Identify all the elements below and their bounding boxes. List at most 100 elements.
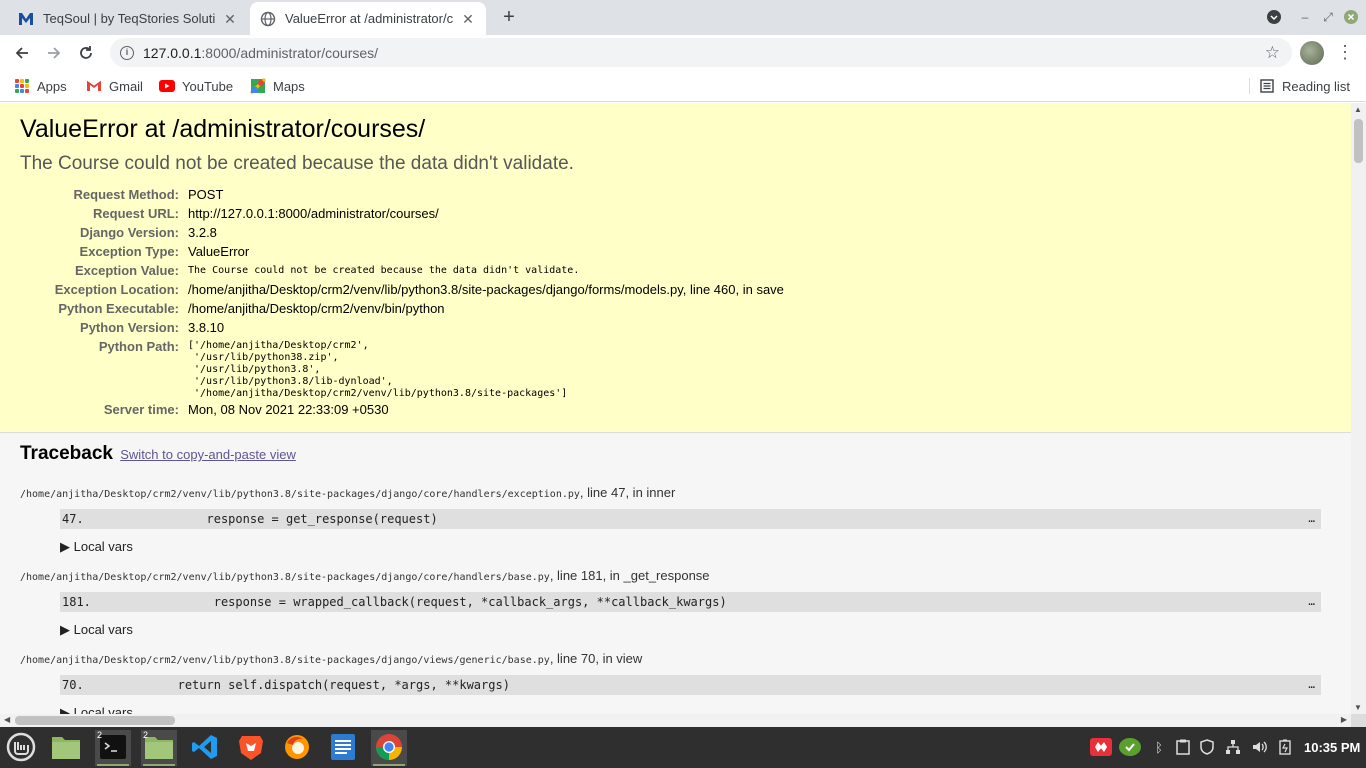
code-text: 181. response = wrapped_callback(request…	[62, 595, 727, 609]
meta-value: http://127.0.0.1:8000/administrator/cour…	[188, 206, 439, 221]
bookmark-apps[interactable]: Apps	[14, 77, 67, 95]
tab-title: TeqSoul | by TeqStories Soluti	[43, 11, 216, 26]
bookmark-youtube[interactable]: YouTube	[159, 77, 233, 95]
meta-label: Request Method:	[73, 187, 179, 202]
local-vars-toggle[interactable]: ▶ Local vars	[60, 703, 1331, 714]
firefox-icon	[283, 733, 311, 764]
anydesk-icon[interactable]	[1090, 738, 1112, 756]
volume-icon[interactable]	[1250, 738, 1268, 756]
reload-button[interactable]	[73, 40, 99, 66]
active-indicator	[373, 764, 405, 766]
info-icon[interactable]: i	[120, 45, 134, 60]
window-close-icon[interactable]	[1343, 9, 1359, 25]
new-tab-button[interactable]: +	[498, 6, 520, 28]
expand-context-icon[interactable]: …	[1308, 592, 1315, 612]
profile-avatar[interactable]	[1300, 41, 1324, 65]
vertical-scrollbar[interactable]: ▲ ▼	[1351, 103, 1366, 714]
battery-icon[interactable]	[1276, 738, 1294, 756]
meta-value: The Course could not be created because …	[188, 265, 580, 276]
terminal-icon	[100, 734, 126, 762]
system-clock[interactable]: 10:35 PM	[1304, 740, 1360, 755]
window-count-badge: 2	[143, 730, 149, 740]
meta-value: Mon, 08 Nov 2021 22:33:09 +0530	[188, 402, 389, 417]
bluetooth-icon[interactable]: ᛒ	[1150, 738, 1168, 756]
brave-lion-icon	[238, 733, 264, 764]
youtube-icon	[159, 78, 175, 94]
bookmark-maps[interactable]: Maps	[250, 77, 305, 95]
address-bar[interactable]: i 127.0.0.1:8000/administrator/courses/ …	[110, 38, 1292, 67]
taskbar-vscode[interactable]	[187, 730, 223, 766]
scroll-right-icon[interactable]: ▶	[1341, 715, 1347, 724]
shield-icon[interactable]	[1198, 738, 1216, 756]
tab-valueerror[interactable]: ValueError at /administrator/c ✕	[250, 2, 486, 35]
code-context-line[interactable]: 70. return self.dispatch(request, *args,…	[60, 675, 1321, 695]
meta-label: Exception Location:	[54, 282, 179, 297]
update-manager-icon[interactable]	[1119, 738, 1141, 756]
traceback-title: Traceback	[20, 443, 113, 464]
bookmark-star-icon[interactable]: ☆	[1265, 43, 1280, 63]
code-context-line[interactable]: 47. response = get_response(request)…	[60, 509, 1321, 529]
horizontal-scroll-thumb[interactable]	[15, 716, 175, 725]
scroll-down-icon[interactable]: ▼	[1354, 703, 1362, 712]
meta-value: 3.2.8	[188, 225, 217, 240]
clipboard-icon[interactable]	[1174, 738, 1192, 756]
meta-value: 3.8.10	[188, 320, 225, 335]
maps-icon	[250, 78, 266, 94]
scroll-left-icon[interactable]: ◀	[4, 715, 10, 724]
restore-icon[interactable]: ⤢	[1320, 9, 1336, 25]
back-button[interactable]	[9, 40, 35, 66]
taskbar-files-app[interactable]	[48, 730, 84, 766]
taskbar-terminal[interactable]: 2	[95, 730, 131, 766]
switch-view-link[interactable]: Switch to copy-and-paste view	[120, 447, 296, 462]
taskbar-file-manager[interactable]: 2	[141, 730, 177, 766]
horizontal-scrollbar[interactable]: ◀ ▶	[0, 714, 1351, 727]
local-vars-toggle[interactable]: ▶ Local vars	[60, 537, 1331, 557]
network-icon[interactable]	[1224, 738, 1242, 756]
bookmark-label: Apps	[37, 78, 67, 94]
start-menu-button[interactable]	[3, 730, 39, 766]
forward-button[interactable]	[41, 40, 67, 66]
tab-teqsoul[interactable]: TeqSoul | by TeqStories Soluti ✕	[8, 2, 248, 35]
frame-file: /home/anjitha/Desktop/crm2/venv/lib/pyth…	[20, 649, 1331, 669]
globe-icon	[260, 11, 276, 27]
apps-grid-icon	[14, 78, 30, 94]
taskbar-chrome[interactable]	[371, 730, 407, 766]
close-icon[interactable]: ✕	[222, 11, 238, 27]
taskbar-brave[interactable]	[233, 730, 269, 766]
menu-dots-icon[interactable]: ⋮	[1336, 40, 1354, 64]
folder-icon	[51, 734, 81, 763]
taskbar-text-editor[interactable]	[325, 730, 361, 766]
meta-value: POST	[188, 187, 224, 202]
m-logo-icon	[18, 11, 34, 27]
mint-logo-icon	[6, 732, 36, 765]
minimize-icon[interactable]: –	[1297, 9, 1313, 25]
meta-label: Python Version:	[80, 320, 179, 335]
expand-context-icon[interactable]: …	[1308, 675, 1315, 695]
meta-label: Python Executable:	[58, 301, 179, 316]
expand-context-icon[interactable]: …	[1308, 509, 1315, 529]
meta-value: ['/home/anjitha/Desktop/crm2', '/usr/lib…	[188, 340, 568, 399]
meta-label: Django Version:	[80, 225, 179, 240]
vertical-scroll-thumb[interactable]	[1354, 119, 1363, 163]
local-vars-toggle[interactable]: ▶ Local vars	[60, 620, 1331, 640]
error-message: The Course could not be created because …	[20, 153, 574, 174]
chrome-icon	[375, 733, 403, 764]
scrollbar-corner	[1351, 714, 1366, 727]
meta-row: Exception Location: /home/anjitha/Desktop…	[20, 280, 784, 299]
gmail-icon	[86, 78, 102, 94]
reading-list[interactable]: Reading list	[1259, 77, 1350, 95]
meta-row: Server time: Mon, 08 Nov 2021 22:33:09 +0…	[20, 400, 784, 419]
meta-row: Request URL: http://127.0.0.1:8000/admini…	[20, 204, 784, 223]
bookmark-label: YouTube	[182, 78, 234, 94]
frame-file: /home/anjitha/Desktop/crm2/venv/lib/pyth…	[20, 566, 1331, 586]
taskbar-firefox[interactable]	[279, 730, 315, 766]
error-summary: ValueError at /administrator/courses/ Th…	[0, 103, 1351, 433]
scroll-up-icon[interactable]: ▲	[1354, 105, 1362, 114]
bookmark-gmail[interactable]: Gmail	[86, 77, 143, 95]
close-icon[interactable]: ✕	[460, 11, 476, 27]
meta-row: Python Executable: /home/anjitha/Desktop/…	[20, 299, 784, 318]
tab-search-icon[interactable]	[1266, 9, 1282, 25]
meta-row: Exception Type: ValueError	[20, 242, 784, 261]
code-context-line[interactable]: 181. response = wrapped_callback(request…	[60, 592, 1321, 612]
frame-filename: /home/anjitha/Desktop/crm2/venv/lib/pyth…	[20, 655, 550, 666]
